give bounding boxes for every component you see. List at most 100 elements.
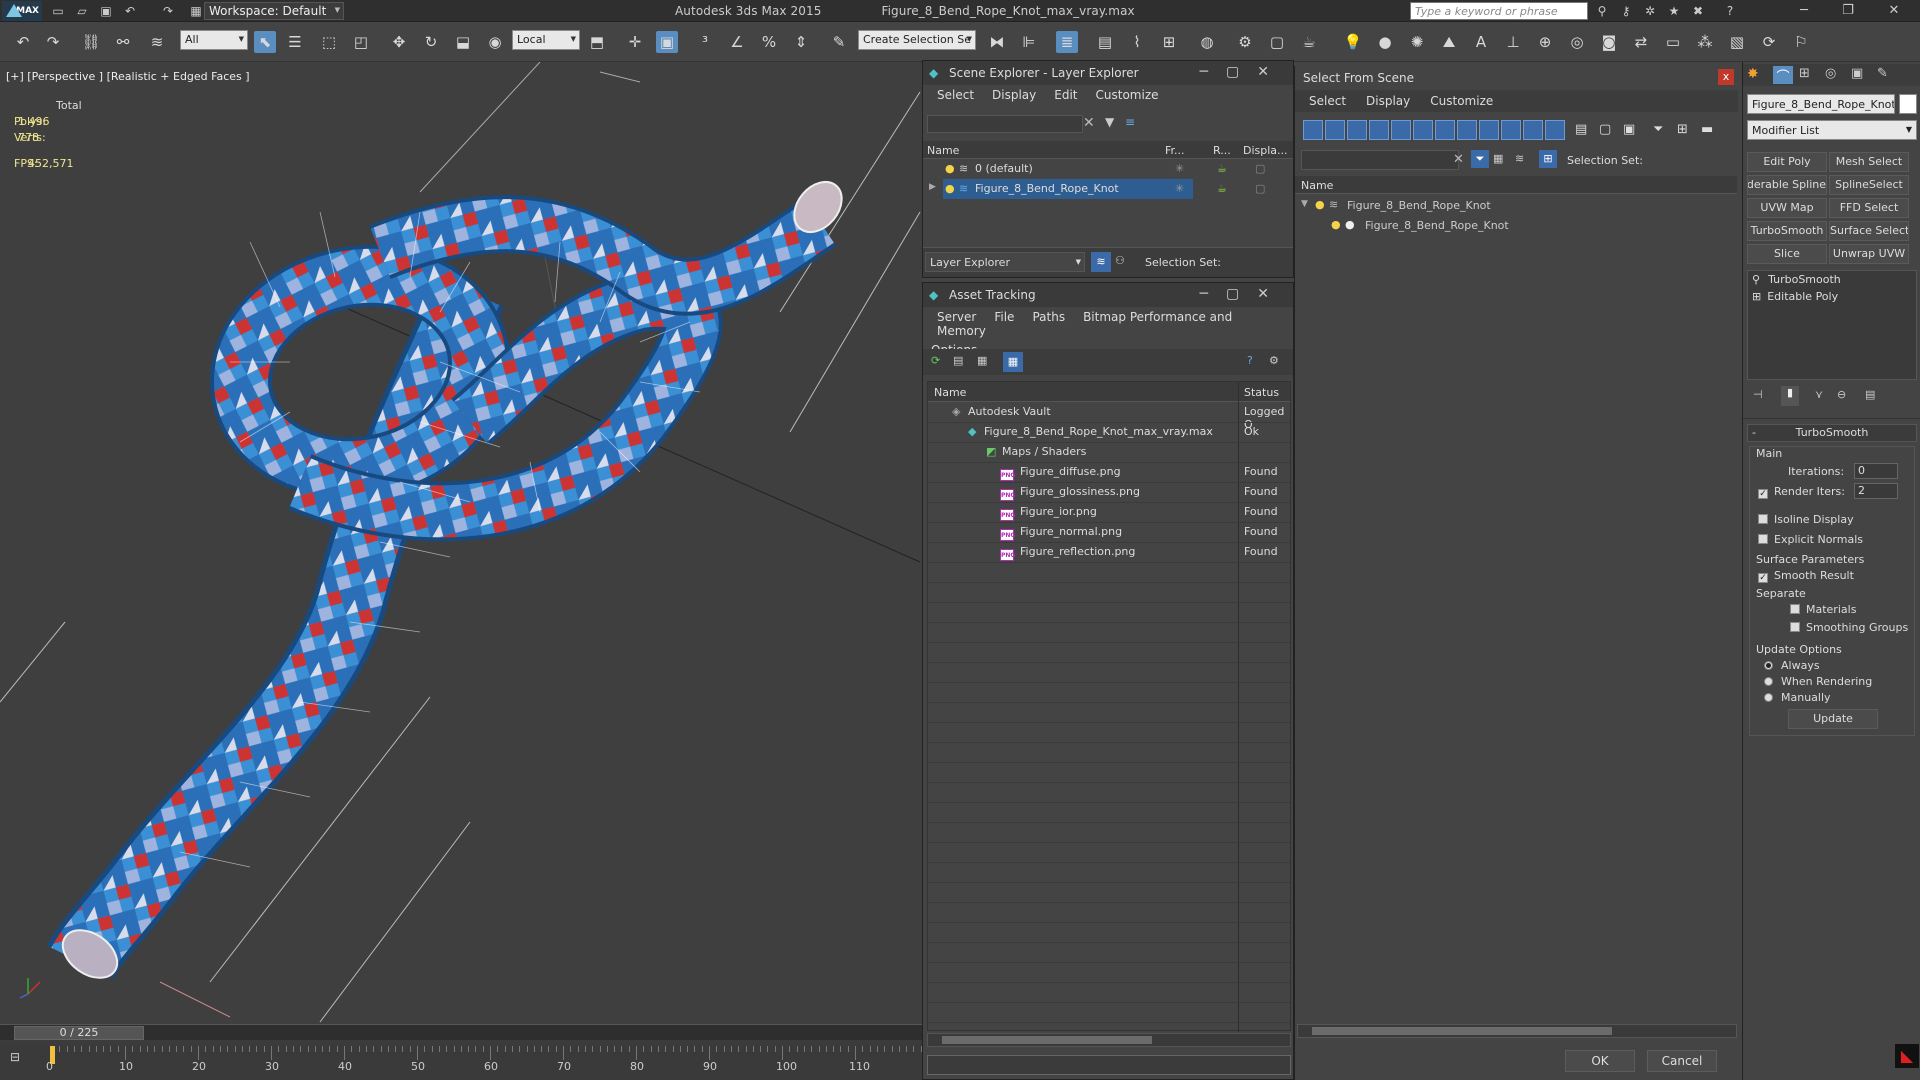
stack-item-turbosmooth[interactable]: ⚲ TurboSmooth <box>1752 273 1841 286</box>
radio-unselected[interactable] <box>1764 677 1773 686</box>
favorite-star-icon[interactable]: ★ <box>1666 3 1682 19</box>
rect-selection-icon[interactable]: ⬚ <box>318 31 340 53</box>
motion-tab-icon[interactable]: ◎ <box>1825 66 1836 81</box>
key-icon[interactable]: ⚷ <box>1618 3 1634 19</box>
modifier-button[interactable]: UVW Map <box>1747 198 1827 218</box>
project-folder-icon[interactable]: ▦ <box>188 3 204 19</box>
time-slider-knob[interactable]: 0 / 225 <box>14 1026 144 1040</box>
menu-display[interactable]: Display <box>1366 94 1410 108</box>
manually-radio-row[interactable]: Manually <box>1764 691 1831 704</box>
expand-plus-icon[interactable]: ⊞ <box>1752 290 1761 303</box>
reference-coordinate-dropdown[interactable]: Local ▼ <box>512 30 580 50</box>
checkbox-checked[interactable]: ✓ <box>1758 573 1768 583</box>
selection-filter-dropdown[interactable]: All ▼ <box>180 30 248 50</box>
render-icon[interactable]: ☕ <box>1217 162 1227 175</box>
graphite-ribbon-icon[interactable]: ▤ <box>1094 31 1116 53</box>
select-horizontal-scrollbar[interactable] <box>1297 1024 1737 1038</box>
restore-icon[interactable]: ❐ <box>1834 2 1862 20</box>
help-icon[interactable]: ? <box>1247 354 1253 367</box>
redo-quick-icon[interactable]: ↷ <box>160 3 176 19</box>
filter-icon[interactable]: ⏷ <box>1653 122 1663 137</box>
cancel-button[interactable]: Cancel <box>1647 1050 1717 1072</box>
layer-tools-icon[interactable]: ≡ <box>1125 115 1135 129</box>
display-hidden-icon[interactable] <box>1545 120 1565 140</box>
display-icon[interactable]: ▢ <box>1255 162 1265 175</box>
modifier-button[interactable]: TurboSmooth <box>1747 221 1827 241</box>
asset-row[interactable]: PNG Figure_glossiness.png Found <box>928 482 1290 502</box>
minimize-icon[interactable]: ─ <box>1790 2 1818 20</box>
display-helpers-icon[interactable] <box>1391 120 1411 140</box>
asset-row[interactable]: ◈ Autodesk Vault Logged O <box>928 402 1290 431</box>
box-icon[interactable]: ▧ <box>1726 31 1748 53</box>
isoline-display-row[interactable]: Isoline Display <box>1758 513 1854 526</box>
bind-spacewarp-icon[interactable]: ≋ <box>146 31 168 53</box>
modifier-button[interactable]: Unwrap UVW <box>1829 244 1909 264</box>
select-from-scene-titlebar[interactable]: Select From Scene x <box>1295 66 1738 90</box>
expand-arrow-icon[interactable]: ▶ <box>929 182 936 192</box>
display-geometry-icon[interactable] <box>1303 120 1323 140</box>
unlink-icon[interactable]: ⚯ <box>112 31 134 53</box>
utilities-tab-icon[interactable]: ✎ <box>1877 66 1888 81</box>
timeline-config-icon[interactable]: ⊟ <box>10 1050 32 1066</box>
help-icon[interactable]: ? <box>1722 3 1738 19</box>
curve-editor-icon[interactable]: ⌇ <box>1126 31 1148 53</box>
menu-select[interactable]: Select <box>937 88 974 102</box>
bulb-icon[interactable]: ⚲ <box>1752 273 1760 286</box>
tools-icon[interactable]: ✖ <box>1690 3 1706 19</box>
menu-customize[interactable]: Customize <box>1430 94 1493 108</box>
refresh-icon[interactable]: ⟳ <box>931 354 940 367</box>
bulb-icon[interactable]: ⚐ <box>1790 31 1812 53</box>
open-file-icon[interactable]: ▱ <box>74 3 90 19</box>
window-crossing-icon[interactable]: ◰ <box>350 31 372 53</box>
align-icon[interactable]: ⊫ <box>1018 31 1040 53</box>
menu-server[interactable]: Server <box>937 310 976 324</box>
rotate-icon[interactable]: ↻ <box>420 31 442 53</box>
render-production-icon[interactable]: ☕ <box>1298 31 1320 53</box>
stack-item-editable-poly[interactable]: ⊞ Editable Poly <box>1752 290 1838 303</box>
settings-icon[interactable]: ⚙ <box>1269 354 1279 367</box>
col-name[interactable]: Name <box>934 386 966 399</box>
timeline-ruler[interactable]: 0102030405060708090100110120 <box>0 1046 943 1080</box>
display-shapes-icon[interactable] <box>1325 120 1345 140</box>
binoculars-icon[interactable]: ⚲ <box>1594 3 1610 19</box>
workspace-dropdown[interactable]: Workspace: Default ▼ <box>204 2 344 20</box>
radio-selected[interactable] <box>1764 661 1773 670</box>
checkbox-unchecked[interactable] <box>1790 622 1800 632</box>
communication-icon[interactable]: ✲ <box>1642 3 1658 19</box>
layer-row-selected[interactable]: ● ≋ Figure_8_Bend_Rope_Knot <box>943 179 1193 199</box>
modifier-button[interactable]: Slice <box>1747 244 1827 264</box>
menu-bitmap[interactable]: Bitmap Performance and Memory <box>937 310 1232 338</box>
asset-row[interactable]: ◩ Maps / Shaders <box>928 442 1290 462</box>
menu-file[interactable]: File <box>994 310 1014 324</box>
menu-customize[interactable]: Customize <box>1096 88 1159 102</box>
modifier-button[interactable]: FFD Select <box>1829 198 1909 218</box>
create-light-icon[interactable]: 💡 <box>1342 31 1364 53</box>
layer-sort-icon[interactable]: ▦ <box>1493 152 1503 165</box>
menu-display[interactable]: Display <box>992 88 1036 102</box>
sphere-icon[interactable]: ● <box>1374 31 1396 53</box>
asset-row[interactable]: ◆ Figure_8_Bend_Rope_Knot_max_vray.max O… <box>928 422 1290 442</box>
redo-icon[interactable]: ↷ <box>42 31 64 53</box>
show-end-result-icon[interactable]: ▮ <box>1781 386 1799 406</box>
bulb-icon[interactable]: ● <box>945 162 955 175</box>
scroll-thumb[interactable] <box>1312 1027 1612 1035</box>
col-display[interactable]: Displa... <box>1243 144 1288 157</box>
object-color-swatch[interactable] <box>1899 94 1917 114</box>
pin-stack-icon[interactable]: ⊣ <box>1753 388 1763 401</box>
layer-row[interactable]: ● ≋ 0 (default) ✳ ☕ ▢ <box>923 159 1293 179</box>
create-tab-icon[interactable]: ✸ <box>1747 66 1759 82</box>
materials-row[interactable]: Materials <box>1790 603 1856 616</box>
checkbox-unchecked[interactable] <box>1758 534 1768 544</box>
remove-modifier-icon[interactable]: ⊖ <box>1837 388 1846 401</box>
angle-snap-icon[interactable]: ∠ <box>726 31 748 53</box>
modifier-button[interactable]: Edit Poly <box>1747 152 1827 172</box>
new-file-icon[interactable]: ▭ <box>50 3 66 19</box>
named-selection-dropdown[interactable]: Create Selection Se ▼ <box>858 30 976 50</box>
scale-icon[interactable]: ⬓ <box>452 31 474 53</box>
transform-icon[interactable]: ⇄ <box>1630 31 1652 53</box>
render-iters-row[interactable]: ✓ Render Iters: <box>1758 485 1845 499</box>
ok-button[interactable]: OK <box>1565 1050 1635 1072</box>
asset-row[interactable]: PNG Figure_ior.png Found <box>928 502 1290 522</box>
display-cameras-icon[interactable] <box>1369 120 1389 140</box>
object-name-field[interactable]: Figure_8_Bend_Rope_Knot <box>1747 94 1895 114</box>
